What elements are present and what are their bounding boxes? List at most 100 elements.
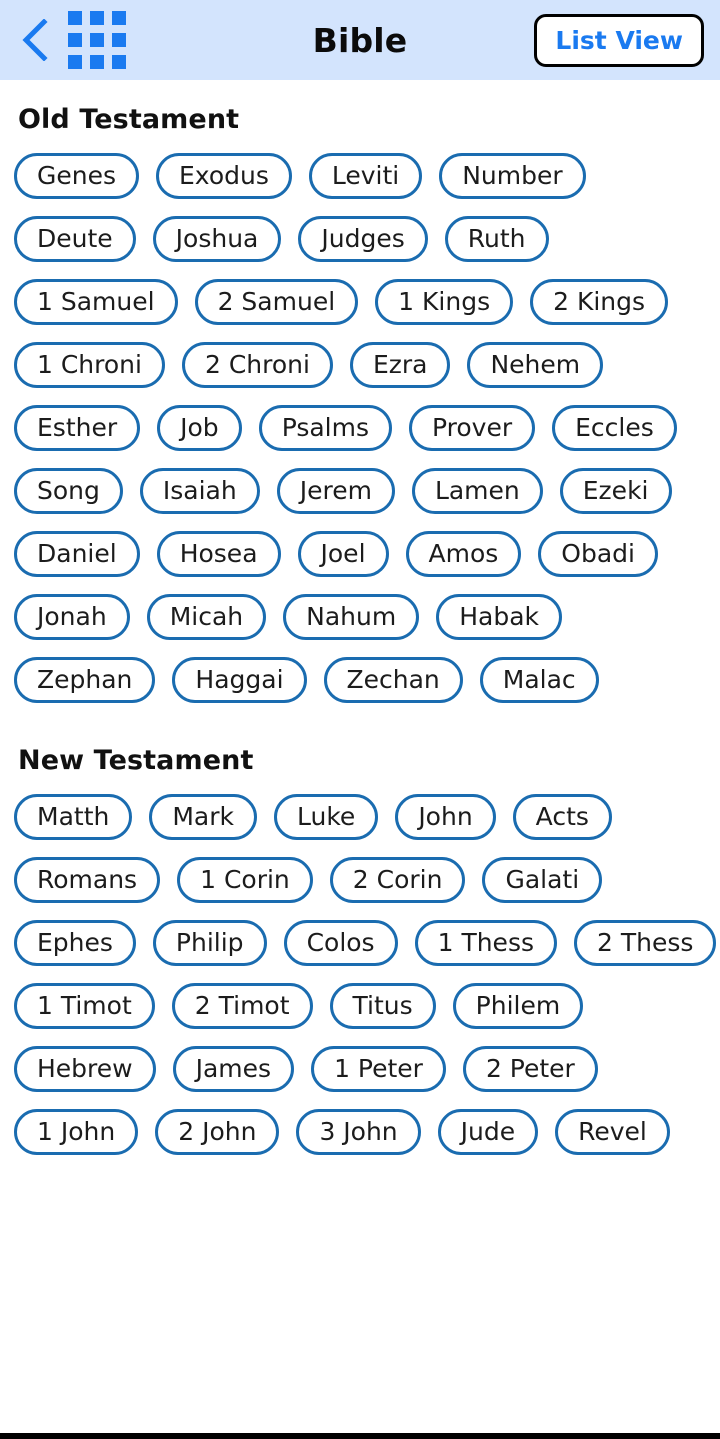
grid-cell <box>90 11 104 25</box>
book-pill-galati[interactable]: Galati <box>482 857 603 903</box>
book-pill-joshua[interactable]: Joshua <box>152 216 282 262</box>
book-pill-joel[interactable]: Joel <box>297 531 389 577</box>
app-header: Bible List View <box>0 0 720 80</box>
book-pill-habak[interactable]: Habak <box>436 594 562 640</box>
book-pill-daniel[interactable]: Daniel <box>14 531 140 577</box>
book-pill-prover[interactable]: Prover <box>409 405 536 451</box>
book-pill-revel[interactable]: Revel <box>555 1109 670 1155</box>
book-pill-1-corin[interactable]: 1 Corin <box>177 857 313 903</box>
book-pill-zechan[interactable]: Zechan <box>323 657 463 703</box>
book-pill-nahum[interactable]: Nahum <box>283 594 420 640</box>
book-pill-acts[interactable]: Acts <box>512 794 612 840</box>
grid-3x3-icon[interactable] <box>68 11 126 69</box>
section-heading-new-testament: New Testament <box>18 745 254 776</box>
grid-cell <box>112 55 126 69</box>
book-pill-ezeki[interactable]: Ezeki <box>559 468 672 514</box>
book-pill-amos[interactable]: Amos <box>405 531 522 577</box>
book-pill-james[interactable]: James <box>172 1046 295 1092</box>
book-row: Genes Exodus Leviti Number <box>14 153 706 199</box>
book-pill-leviti[interactable]: Leviti <box>308 153 423 199</box>
book-pill-1-thess[interactable]: 1 Thess <box>414 920 557 966</box>
book-row: Daniel Hosea Joel Amos Obadi <box>14 531 706 577</box>
book-pill-john[interactable]: John <box>395 794 496 840</box>
book-pill-1-chroni[interactable]: 1 Chroni <box>14 342 165 388</box>
book-pill-romans[interactable]: Romans <box>14 857 161 903</box>
grid-cell <box>68 55 82 69</box>
book-pill-number[interactable]: Number <box>439 153 586 199</box>
book-row: Romans 1 Corin 2 Corin Galati <box>14 857 706 903</box>
section-heading-old-testament: Old Testament <box>18 104 240 135</box>
book-row: Matth Mark Luke John Acts <box>14 794 706 840</box>
book-pill-2-john[interactable]: 2 John <box>155 1109 280 1155</box>
list-view-button[interactable]: List View <box>534 13 704 67</box>
book-pill-2-kings[interactable]: 2 Kings <box>530 279 669 325</box>
book-row: 1 Samuel 2 Samuel 1 Kings 2 Kings <box>14 279 706 325</box>
book-pill-2-peter[interactable]: 2 Peter <box>462 1046 598 1092</box>
book-pill-mark[interactable]: Mark <box>149 794 257 840</box>
book-pill-2-thess[interactable]: 2 Thess <box>574 920 717 966</box>
bottom-system-bar <box>0 1433 720 1439</box>
grid-cell <box>112 33 126 47</box>
book-pill-titus[interactable]: Titus <box>329 983 436 1029</box>
book-pill-1-samuel[interactable]: 1 Samuel <box>14 279 178 325</box>
book-pill-jude[interactable]: Jude <box>437 1109 539 1155</box>
grid-cell <box>112 11 126 25</box>
book-row: Esther Job Psalms Prover Eccles <box>14 405 706 451</box>
book-row: 1 John 2 John 3 John Jude Revel <box>14 1109 706 1155</box>
book-pill-1-kings[interactable]: 1 Kings <box>375 279 514 325</box>
book-pill-hebrew[interactable]: Hebrew <box>14 1046 156 1092</box>
book-pill-haggai[interactable]: Haggai <box>172 657 307 703</box>
book-pill-nehem[interactable]: Nehem <box>467 342 604 388</box>
book-pill-ruth[interactable]: Ruth <box>444 216 549 262</box>
grid-cell <box>68 11 82 25</box>
book-pill-isaiah[interactable]: Isaiah <box>139 468 260 514</box>
book-pill-1-timot[interactable]: 1 Timot <box>14 983 155 1029</box>
book-pill-2-samuel[interactable]: 2 Samuel <box>194 279 359 325</box>
book-pill-luke[interactable]: Luke <box>274 794 379 840</box>
book-row: 1 Chroni 2 Chroni Ezra Nehem <box>14 342 706 388</box>
book-row: Zephan Haggai Zechan Malac <box>14 657 706 703</box>
book-pill-micah[interactable]: Micah <box>146 594 267 640</box>
book-row: Song Isaiah Jerem Lamen Ezeki <box>14 468 706 514</box>
book-pill-colos[interactable]: Colos <box>283 920 398 966</box>
book-pill-jerem[interactable]: Jerem <box>276 468 395 514</box>
book-pill-1-john[interactable]: 1 John <box>14 1109 139 1155</box>
book-row: 1 Timot 2 Timot Titus Philem <box>14 983 706 1029</box>
book-pill-genes[interactable]: Genes <box>14 153 140 199</box>
book-row: Deute Joshua Judges Ruth <box>14 216 706 262</box>
book-pill-2-chroni[interactable]: 2 Chroni <box>181 342 333 388</box>
book-pill-ezra[interactable]: Ezra <box>349 342 451 388</box>
book-pill-job[interactable]: Job <box>157 405 242 451</box>
book-pill-song[interactable]: Song <box>14 468 123 514</box>
book-pill-judges[interactable]: Judges <box>298 216 428 262</box>
book-pill-lamen[interactable]: Lamen <box>411 468 543 514</box>
book-pill-2-timot[interactable]: 2 Timot <box>171 983 313 1029</box>
book-pill-philem[interactable]: Philem <box>452 983 584 1029</box>
book-pill-deute[interactable]: Deute <box>14 216 136 262</box>
book-pill-zephan[interactable]: Zephan <box>14 657 156 703</box>
book-pill-philip[interactable]: Philip <box>152 920 267 966</box>
book-pill-esther[interactable]: Esther <box>14 405 141 451</box>
book-pill-eccles[interactable]: Eccles <box>552 405 677 451</box>
book-pill-obadi[interactable]: Obadi <box>538 531 658 577</box>
book-list-container: Old Testament Genes Exodus Leviti Number Deut… <box>0 104 720 1155</box>
book-row: Jonah Micah Nahum Habak <box>14 594 706 640</box>
book-pill-2-corin[interactable]: 2 Corin <box>329 857 466 903</box>
book-pill-hosea[interactable]: Hosea <box>156 531 281 577</box>
book-row: Ephes Philip Colos 1 Thess 2 Thess <box>14 920 717 966</box>
book-pill-matth[interactable]: Matth <box>14 794 133 840</box>
book-pill-psalms[interactable]: Psalms <box>258 405 392 451</box>
back-chevron-icon[interactable] <box>22 19 48 61</box>
book-pill-1-peter[interactable]: 1 Peter <box>311 1046 446 1092</box>
sections-root: Old Testament Genes Exodus Leviti Number Deut… <box>14 104 717 1155</box>
book-pill-3-john[interactable]: 3 John <box>296 1109 421 1155</box>
book-pill-malac[interactable]: Malac <box>479 657 599 703</box>
book-row: Hebrew James 1 Peter 2 Peter <box>14 1046 706 1092</box>
book-pill-ephes[interactable]: Ephes <box>14 920 136 966</box>
grid-cell <box>68 33 82 47</box>
book-pill-jonah[interactable]: Jonah <box>14 594 130 640</box>
book-pill-exodus[interactable]: Exodus <box>156 153 292 199</box>
grid-cell <box>90 55 104 69</box>
grid-cell <box>90 33 104 47</box>
header-left-controls <box>22 11 126 69</box>
